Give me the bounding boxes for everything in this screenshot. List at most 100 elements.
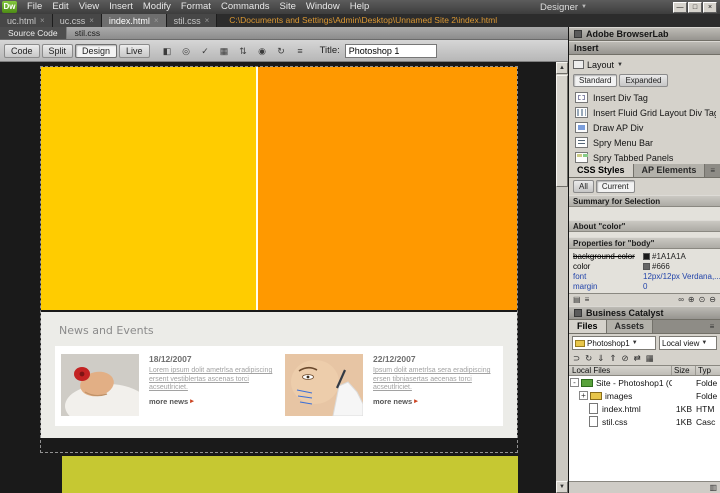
expanded-mode-button[interactable]: Expanded xyxy=(619,74,667,87)
property-row-color[interactable]: color #666 xyxy=(569,261,720,271)
get-files-icon[interactable]: ⇓ xyxy=(597,353,604,364)
menu-file[interactable]: File xyxy=(22,0,47,14)
page-yellow-block[interactable] xyxy=(41,67,256,310)
related-file-stil-css[interactable]: stil.css xyxy=(66,27,109,39)
column-local-files[interactable]: Local Files xyxy=(569,366,672,375)
page-orange-block[interactable] xyxy=(258,67,517,310)
current-mode-button[interactable]: Current xyxy=(596,180,635,193)
color-swatch[interactable] xyxy=(643,253,650,260)
menu-view[interactable]: View xyxy=(74,0,104,14)
menu-commands[interactable]: Commands xyxy=(216,0,275,14)
attach-stylesheet-icon[interactable]: ∞ xyxy=(678,294,684,306)
menu-insert[interactable]: Insert xyxy=(104,0,138,14)
close-icon[interactable]: × xyxy=(40,16,45,25)
maximize-button[interactable]: □ xyxy=(688,2,702,13)
file-management-icon[interactable]: ⇅ xyxy=(236,44,251,58)
property-value[interactable]: 12px/12px Verdana,... xyxy=(643,272,720,281)
tab-assets[interactable]: Assets xyxy=(607,320,654,333)
live-view-options-icon[interactable]: ◧ xyxy=(160,44,175,58)
panel-header-browserlab[interactable]: Adobe BrowserLab xyxy=(569,27,720,41)
menu-edit[interactable]: Edit xyxy=(47,0,73,14)
tab-css-styles[interactable]: CSS Styles xyxy=(569,164,634,177)
menu-modify[interactable]: Modify xyxy=(138,0,176,14)
design-vertical-scrollbar[interactable]: ▲ ▼ xyxy=(556,62,568,493)
check-browser-compatibility-icon[interactable]: ✓ xyxy=(198,44,213,58)
put-files-icon[interactable]: ⇑ xyxy=(609,353,616,364)
show-list-view-icon[interactable]: ≡ xyxy=(585,294,590,306)
show-category-view-icon[interactable]: ▤ xyxy=(573,294,581,306)
new-css-rule-icon[interactable]: ⊕ xyxy=(688,294,695,306)
panel-header-business-catalyst[interactable]: Business Catalyst xyxy=(569,306,720,320)
refresh-icon[interactable]: ↻ xyxy=(585,353,592,364)
page-footer-block[interactable] xyxy=(62,456,518,493)
design-view-button[interactable]: Design xyxy=(75,44,117,58)
news-section[interactable]: News and Events 18/12/2007 xyxy=(41,312,517,438)
property-row-background-color[interactable]: background-color #1A1A1A xyxy=(569,251,720,261)
document-title-input[interactable] xyxy=(345,44,437,58)
file-row-index-html[interactable]: index.html 1KB HTM xyxy=(569,402,720,415)
news-photo-clinic[interactable] xyxy=(285,354,363,416)
expand-panel-icon[interactable]: ▦ xyxy=(646,353,654,364)
close-icon[interactable]: × xyxy=(205,16,210,25)
scrollbar-thumb[interactable] xyxy=(556,75,568,187)
property-row-font[interactable]: font 12px/12px Verdana,... xyxy=(569,271,720,281)
insert-item-spry-tabbed-panels[interactable]: Spry Tabbed Panels xyxy=(573,150,716,165)
view-mode-dropdown[interactable]: Local view ▼ xyxy=(659,336,717,350)
doc-tab-stil-css[interactable]: stil.css × xyxy=(167,14,218,27)
more-news-link[interactable]: more news ▸ xyxy=(373,397,499,406)
doc-tab-uc-css[interactable]: uc.css × xyxy=(53,14,102,27)
property-value[interactable]: #1A1A1A xyxy=(652,252,686,261)
property-row-margin[interactable]: margin 0 xyxy=(569,281,720,291)
preview-in-browser-icon[interactable]: ◉ xyxy=(255,44,270,58)
insert-item-draw-ap-div[interactable]: Draw AP Div xyxy=(573,120,716,135)
insert-category-dropdown[interactable]: Layout ▼ xyxy=(573,57,716,72)
minimize-button[interactable]: — xyxy=(673,2,687,13)
tab-files[interactable]: Files xyxy=(569,320,607,333)
column-size[interactable]: Size xyxy=(672,366,696,375)
inspect-icon[interactable]: ◎ xyxy=(179,44,194,58)
menu-help[interactable]: Help xyxy=(345,0,375,14)
close-icon[interactable]: × xyxy=(154,16,159,25)
view-options-icon[interactable]: ≡ xyxy=(293,44,308,58)
panel-header-insert[interactable]: Insert xyxy=(569,41,720,55)
site-dropdown[interactable]: Photoshop1 ▼ xyxy=(572,336,656,350)
synchronize-icon[interactable]: ⇄ xyxy=(634,353,641,364)
expand-icon[interactable]: + xyxy=(579,391,588,400)
live-view-button[interactable]: Live xyxy=(119,44,150,58)
page-body-element[interactable]: News and Events 18/12/2007 xyxy=(40,66,518,453)
file-row-stil-css[interactable]: stil.css 1KB Casc xyxy=(569,415,720,428)
split-view-button[interactable]: Split xyxy=(42,44,74,58)
design-view-canvas[interactable]: News and Events 18/12/2007 xyxy=(0,62,556,493)
panel-menu-icon[interactable]: ≡ xyxy=(705,164,720,177)
workspace-switcher[interactable]: Designer ▼ xyxy=(540,2,587,13)
property-value[interactable]: 0 xyxy=(643,282,720,291)
validate-icon[interactable]: ▦ xyxy=(217,44,232,58)
news-paragraph-link[interactable]: Lorem ipsum dolit ametrlsa eradipiscing … xyxy=(149,367,275,393)
panel-menu-icon[interactable]: ≡ xyxy=(704,320,720,333)
color-swatch[interactable] xyxy=(643,263,650,270)
close-button[interactable]: × xyxy=(703,2,717,13)
insert-item-fluid-grid[interactable]: Insert Fluid Grid Layout Div Tag xyxy=(573,105,716,120)
check-out-icon[interactable]: ⊘ xyxy=(622,353,629,364)
property-value[interactable]: #666 xyxy=(652,262,670,271)
menu-window[interactable]: Window xyxy=(301,0,345,14)
menu-format[interactable]: Format xyxy=(176,0,216,14)
insert-item-div-tag[interactable]: Insert Div Tag xyxy=(573,90,716,105)
doc-tab-uc-html[interactable]: uc.html × xyxy=(0,14,53,27)
insert-item-spry-menu-bar[interactable]: Spry Menu Bar xyxy=(573,135,716,150)
source-code-button[interactable]: Source Code xyxy=(0,27,66,39)
refresh-icon[interactable]: ↻ xyxy=(274,44,289,58)
close-icon[interactable]: × xyxy=(89,16,94,25)
doc-tab-index-html[interactable]: index.html × xyxy=(102,14,167,27)
tab-ap-elements[interactable]: AP Elements xyxy=(634,164,706,177)
file-row-images[interactable]: + images Folde xyxy=(569,389,720,402)
all-mode-button[interactable]: All xyxy=(573,180,594,193)
connect-icon[interactable]: ⊃ xyxy=(573,353,580,364)
file-row-site-root[interactable]: - Site - Photoshop1 (C:\Docum... Folde xyxy=(569,376,720,389)
edit-rule-icon[interactable]: ⊙ xyxy=(699,294,706,306)
menu-site[interactable]: Site xyxy=(275,0,301,14)
standard-mode-button[interactable]: Standard xyxy=(573,74,617,87)
news-paragraph-link[interactable]: Ipsum dolit ametrlsa sera eradipiscing e… xyxy=(373,367,499,393)
collapse-icon[interactable]: - xyxy=(570,378,579,387)
scroll-up-icon[interactable]: ▲ xyxy=(556,62,568,74)
